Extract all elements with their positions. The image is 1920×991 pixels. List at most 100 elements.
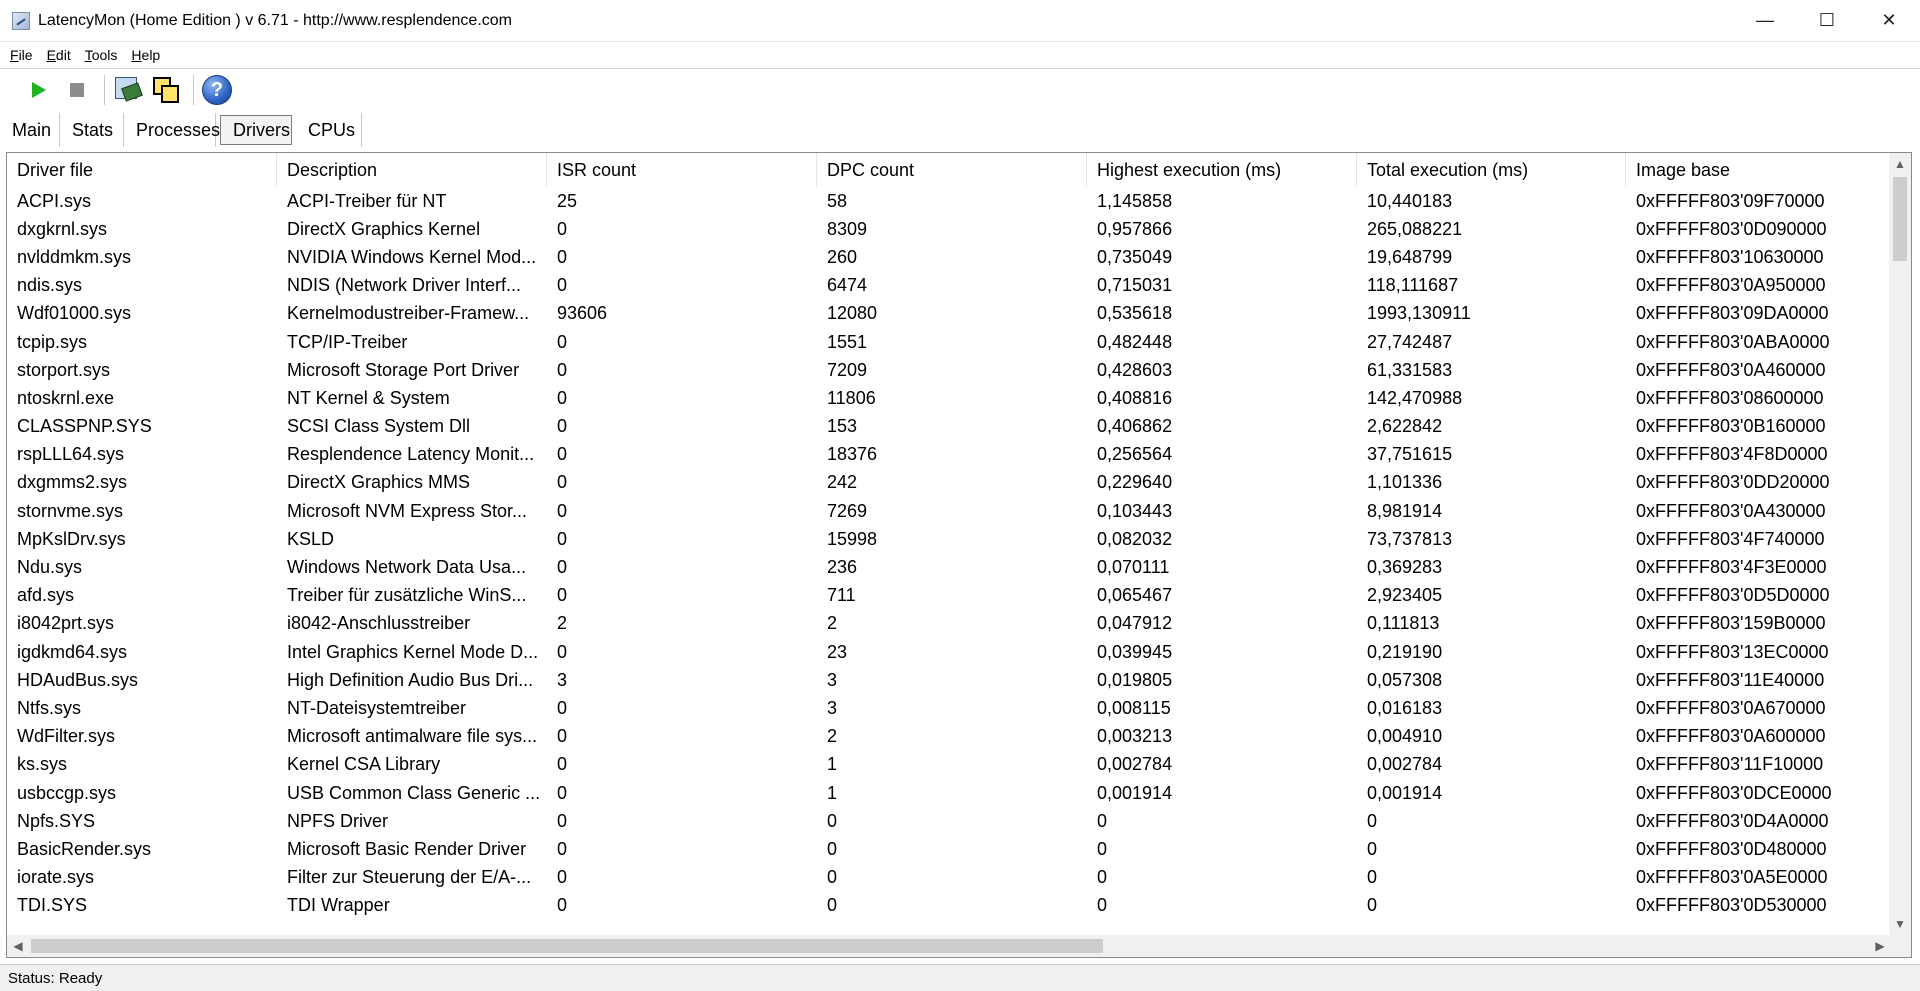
- menu-file[interactable]: File: [10, 47, 33, 63]
- cell-highest-execution: 0,008115: [1097, 697, 1171, 718]
- cell-image-base: 0xFFFFF803'0A950000: [1636, 275, 1826, 296]
- cell-driver-file: HDAudBus.sys: [17, 669, 139, 690]
- tab-processes[interactable]: Processes: [124, 113, 220, 147]
- table-row[interactable]: usbccgp.sys USB Common Class Generic ... 0…: [7, 779, 1892, 807]
- cell-dpc-count: 153: [827, 416, 858, 437]
- scroll-up-icon[interactable]: ▲: [1889, 153, 1911, 175]
- start-button[interactable]: [22, 73, 56, 107]
- table-row[interactable]: rspLLL64.sys Resplendence Latency Monit..…: [7, 441, 1892, 469]
- cell-total-execution: 1,101336: [1367, 472, 1443, 493]
- tab-cpus[interactable]: CPUs: [296, 113, 362, 147]
- horizontal-scroll-thumb[interactable]: [31, 939, 1103, 953]
- cell-driver-file: BasicRender.sys: [17, 838, 152, 859]
- table-row[interactable]: Ntfs.sys NT-Dateisystemtreiber 0 3 0,008115 0…: [7, 694, 1892, 722]
- column-header-dpc-count[interactable]: DPC count: [817, 153, 1087, 187]
- cell-isr-count: 0: [557, 246, 568, 267]
- column-header-total-execution[interactable]: Total execution (ms): [1357, 153, 1626, 187]
- table-row[interactable]: HDAudBus.sys High Definition Audio Bus Dr…: [7, 666, 1892, 694]
- cell-driver-file: storport.sys: [17, 359, 111, 380]
- table-row[interactable]: Npfs.SYS NPFS Driver 0 0 0 0 0xFFFFF803'0D4A00…: [7, 807, 1892, 835]
- table-row[interactable]: ndis.sys NDIS (Network Driver Interf... 0 6…: [7, 272, 1892, 300]
- cell-total-execution: 2,923405: [1367, 585, 1443, 606]
- column-header-highest-execution[interactable]: Highest execution (ms): [1087, 153, 1357, 187]
- cell-driver-file: Ntfs.sys: [17, 697, 82, 718]
- maximize-button[interactable]: ☐: [1796, 0, 1858, 42]
- cell-isr-count: 0: [557, 641, 568, 662]
- table-row[interactable]: TDI.SYS TDI Wrapper 0 0 0 0 0xFFFFF803'0D53000…: [7, 892, 1892, 920]
- cell-total-execution: 0: [1367, 895, 1378, 916]
- cell-isr-count: 0: [557, 359, 568, 380]
- column-header-isr-count[interactable]: ISR count: [547, 153, 817, 187]
- cell-total-execution: 0,016183: [1367, 697, 1443, 718]
- help-button[interactable]: ?: [200, 73, 234, 107]
- table-row[interactable]: igdkmd64.sys Intel Graphics Kernel Mode D…: [7, 638, 1892, 666]
- table-row[interactable]: tcpip.sys TCP/IP-Treiber 0 1551 0,482448 27,7…: [7, 328, 1892, 356]
- cell-dpc-count: 2: [827, 726, 838, 747]
- table-row[interactable]: Ndu.sys Windows Network Data Usa... 0 236 0,…: [7, 553, 1892, 581]
- scroll-left-icon[interactable]: ◀: [7, 935, 29, 957]
- table-row[interactable]: ntoskrnl.exe NT Kernel & System 0 11806 0,40…: [7, 384, 1892, 412]
- cell-total-execution: 19,648799: [1367, 246, 1453, 267]
- column-header-description[interactable]: Description: [277, 153, 547, 187]
- table-row[interactable]: afd.sys Treiber für zusätzliche WinS... 0 7…: [7, 582, 1892, 610]
- toolbar-separator: [104, 75, 105, 105]
- tab-stats[interactable]: Stats: [60, 113, 124, 147]
- cell-total-execution: 0: [1367, 810, 1378, 831]
- drivers-tool-button[interactable]: [111, 73, 145, 107]
- column-header-driver-file[interactable]: Driver file: [7, 153, 277, 187]
- cell-dpc-count: 8309: [827, 218, 868, 239]
- cell-driver-file: dxgkrnl.sys: [17, 218, 108, 239]
- horizontal-scrollbar[interactable]: ◀ ▶: [7, 935, 1891, 957]
- menu-help[interactable]: Help: [131, 47, 160, 63]
- table-row[interactable]: BasicRender.sys Microsoft Basic Render Dr…: [7, 835, 1892, 863]
- table-row[interactable]: WdFilter.sys Microsoft antimalware file s…: [7, 723, 1892, 751]
- table-row[interactable]: ks.sys Kernel CSA Library 0 1 0,002784 0,0027…: [7, 751, 1892, 779]
- column-header-image-base[interactable]: Image base: [1626, 153, 1892, 187]
- cell-dpc-count: 23: [827, 641, 848, 662]
- table-row[interactable]: MpKslDrv.sys KSLD 0 15998 0,082032 73,737813 0…: [7, 525, 1892, 553]
- cell-description: TDI Wrapper: [287, 895, 390, 916]
- tab-drivers[interactable]: Drivers: [220, 115, 292, 145]
- table-row[interactable]: stornvme.sys Microsoft NVM Express Stor..…: [7, 497, 1892, 525]
- windows-tool-button[interactable]: [149, 73, 183, 107]
- drivers-list[interactable]: Driver file Description ISR count DPC co…: [6, 152, 1912, 958]
- cell-isr-count: 25: [557, 190, 578, 211]
- table-row[interactable]: CLASSPNP.SYS SCSI Class System Dll 0 153 0,4…: [7, 413, 1892, 441]
- vertical-scrollbar[interactable]: ▲ ▼: [1889, 153, 1911, 935]
- table-row[interactable]: ACPI.sys ACPI-Treiber für NT 25 58 1,145858 1…: [7, 187, 1892, 215]
- scroll-down-icon[interactable]: ▼: [1889, 913, 1911, 935]
- table-row[interactable]: dxgmms2.sys DirectX Graphics MMS 0 242 0,229…: [7, 469, 1892, 497]
- toolbar-separator: [193, 75, 194, 105]
- cell-isr-count: 0: [557, 528, 568, 549]
- table-row[interactable]: i8042prt.sys i8042-Anschlusstreiber 2 2 0,04…: [7, 610, 1892, 638]
- tab-main[interactable]: Main: [0, 113, 60, 147]
- table-row[interactable]: nvlddmkm.sys NVIDIA Windows Kernel Mod...…: [7, 243, 1892, 271]
- cell-image-base: 0xFFFFF803'0D480000: [1636, 838, 1827, 859]
- table-row[interactable]: storport.sys Microsoft Storage Port Drive…: [7, 356, 1892, 384]
- cell-description: Microsoft NVM Express Stor...: [287, 500, 528, 521]
- cell-description: NPFS Driver: [287, 810, 389, 831]
- stop-icon: [70, 83, 84, 97]
- minimize-button[interactable]: —: [1734, 0, 1796, 42]
- stop-button[interactable]: [60, 73, 94, 107]
- table-row[interactable]: iorate.sys Filter zur Steuerung der E/A-.…: [7, 864, 1892, 892]
- cell-dpc-count: 0: [827, 895, 838, 916]
- table-row[interactable]: dxgkrnl.sys DirectX Graphics Kernel 0 8309 0…: [7, 215, 1892, 243]
- close-button[interactable]: ✕: [1858, 0, 1920, 42]
- cell-isr-count: 0: [557, 838, 568, 859]
- menu-tools[interactable]: Tools: [85, 47, 118, 63]
- scroll-right-icon[interactable]: ▶: [1869, 935, 1891, 957]
- cell-highest-execution: 0: [1097, 867, 1108, 888]
- cell-driver-file: TDI.SYS: [17, 895, 88, 916]
- cell-image-base: 0xFFFFF803'0B160000: [1636, 416, 1826, 437]
- cell-total-execution: 0,219190: [1367, 641, 1443, 662]
- cell-image-base: 0xFFFFF803'159B0000: [1636, 613, 1826, 634]
- vertical-scroll-thumb[interactable]: [1893, 177, 1907, 261]
- cell-description: Microsoft Storage Port Driver: [287, 359, 520, 380]
- table-row[interactable]: Wdf01000.sys Kernelmodustreiber-Framew...…: [7, 300, 1892, 328]
- cell-description: NT Kernel & System: [287, 387, 450, 408]
- cell-image-base: 0xFFFFF803'13EC0000: [1636, 641, 1829, 662]
- menu-edit[interactable]: Edit: [47, 47, 71, 63]
- cell-dpc-count: 0: [827, 867, 838, 888]
- cell-dpc-count: 3: [827, 669, 838, 690]
